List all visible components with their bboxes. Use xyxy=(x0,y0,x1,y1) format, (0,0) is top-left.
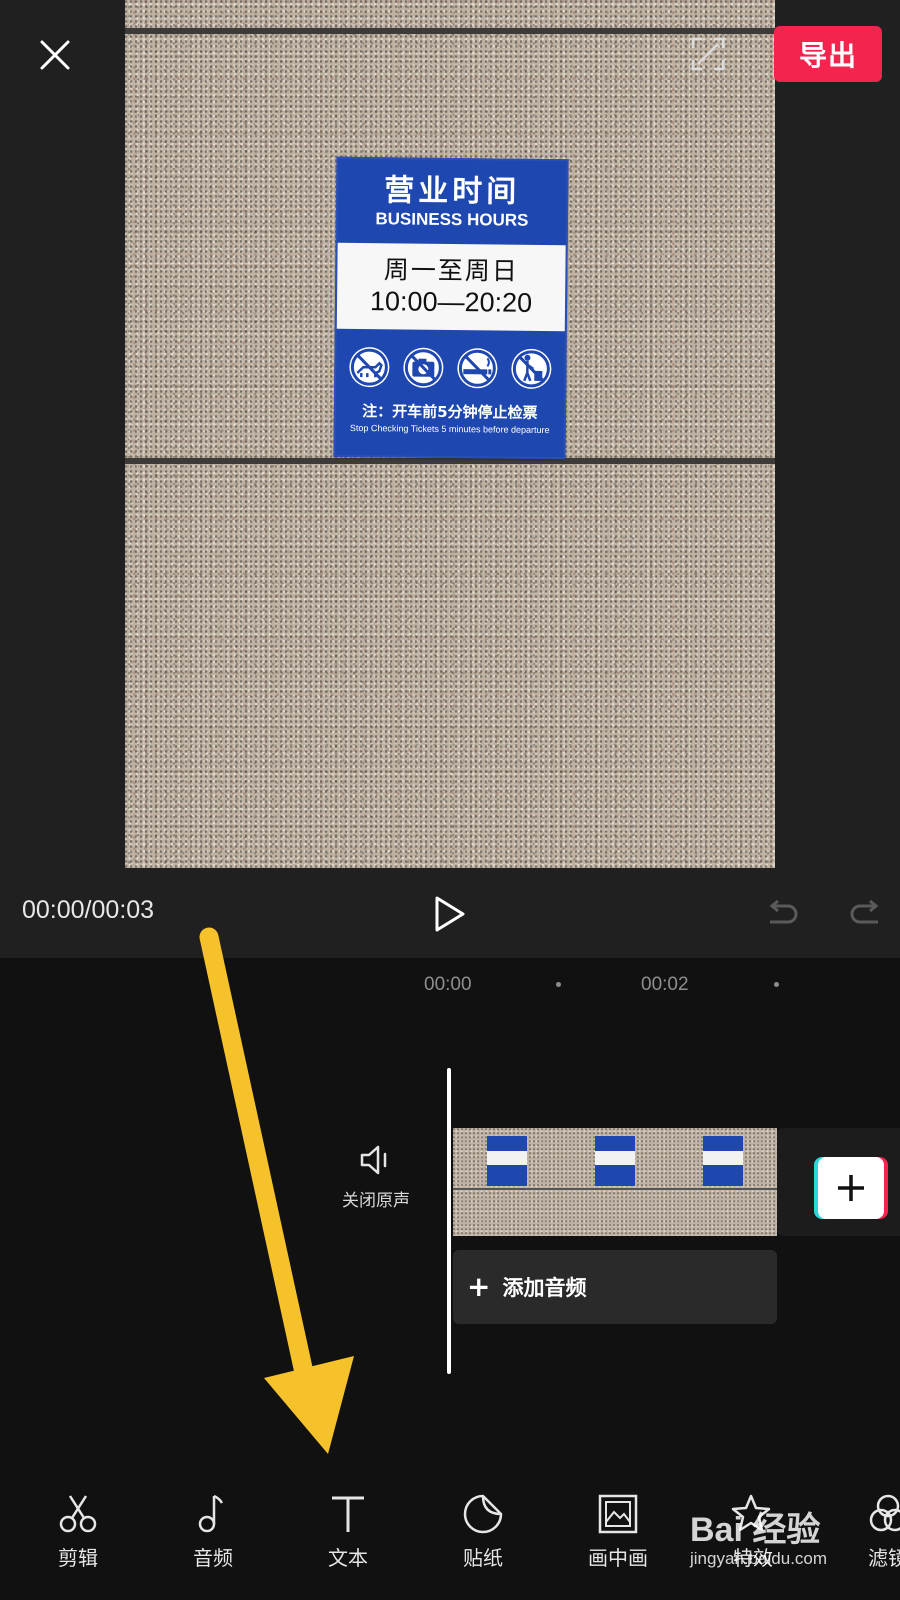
preview-area: 营业时间 BUSINESS HOURS 周一至周日 10:00—20:20 注：… xyxy=(0,0,900,958)
time-display: 00:00/00:03 xyxy=(22,896,155,924)
video-preview[interactable]: 营业时间 BUSINESS HOURS 周一至周日 10:00—20:20 注：… xyxy=(125,0,775,868)
tool-label: 滤镜 xyxy=(868,1546,900,1570)
sign-prohibition-icons xyxy=(336,329,565,399)
bottom-toolbar: 剪辑 音频 文本 贴纸 画中画 特效 滤镜 xyxy=(0,1470,900,1600)
sign-title-cn: 营业时间 xyxy=(384,173,521,210)
tool-audio[interactable]: 音频 xyxy=(163,1490,263,1571)
tool-label: 音频 xyxy=(193,1546,233,1570)
clip-thumbnail xyxy=(669,1128,777,1236)
plus-icon xyxy=(838,1175,864,1201)
tile-seam xyxy=(125,458,775,464)
tool-text[interactable]: 文本 xyxy=(298,1490,398,1571)
add-audio-button[interactable]: + 添加音频 xyxy=(453,1250,777,1324)
no-littering-icon xyxy=(511,348,552,389)
close-button[interactable] xyxy=(34,34,76,76)
tool-effects[interactable]: 特效 xyxy=(703,1490,803,1571)
filter-icon xyxy=(869,1494,900,1532)
play-button[interactable] xyxy=(432,894,468,934)
speaker-icon xyxy=(360,1145,387,1175)
mute-original-audio-button[interactable]: 关闭原声 xyxy=(326,1140,426,1211)
tool-picture-in-picture[interactable]: 画中画 xyxy=(568,1490,668,1571)
no-smoking-icon xyxy=(457,348,498,389)
undo-button[interactable] xyxy=(764,896,800,932)
tool-cut[interactable]: 剪辑 xyxy=(28,1490,128,1571)
fullscreen-button[interactable] xyxy=(690,36,726,72)
add-clip-button[interactable] xyxy=(818,1157,884,1219)
tool-label: 特效 xyxy=(733,1546,773,1570)
sign-title-en: BUSINESS HOURS xyxy=(375,209,529,230)
sign-hours: 10:00—20:20 xyxy=(369,286,533,318)
no-pets-icon xyxy=(349,347,390,388)
mute-label: 关闭原声 xyxy=(342,1191,410,1211)
play-icon xyxy=(435,896,465,932)
ruler-time-2: 00:02 xyxy=(641,974,689,995)
ruler-dot xyxy=(556,982,561,987)
tool-label: 画中画 xyxy=(588,1546,648,1570)
tile-seam xyxy=(125,28,775,34)
export-button[interactable]: 导出 xyxy=(774,26,882,82)
sign-note-cn: 注：开车前5分钟停止检票 xyxy=(362,402,538,422)
fullscreen-icon xyxy=(691,37,725,71)
clip-thumbnail xyxy=(453,1128,561,1236)
sign-note-en: Stop Checking Tickets 5 minutes before d… xyxy=(349,422,550,436)
tool-filter[interactable]: 滤镜 xyxy=(838,1490,900,1571)
tool-label: 剪辑 xyxy=(58,1546,98,1570)
sign-header: 营业时间 BUSINESS HOURS xyxy=(338,159,567,245)
sticker-icon xyxy=(463,1494,503,1534)
tool-label: 文本 xyxy=(328,1546,368,1570)
close-icon xyxy=(40,40,70,70)
video-clip-track[interactable] xyxy=(453,1128,777,1236)
redo-icon xyxy=(850,899,879,924)
ruler-time-0: 00:00 xyxy=(424,974,472,995)
music-note-icon xyxy=(198,1494,224,1533)
sign-hours-panel: 周一至周日 10:00—20:20 xyxy=(336,242,566,332)
tool-label: 贴纸 xyxy=(463,1546,503,1570)
clip-thumbnail xyxy=(561,1128,669,1236)
playhead[interactable] xyxy=(447,1068,451,1374)
scissors-icon xyxy=(59,1495,97,1533)
picture-in-picture-icon xyxy=(598,1494,638,1534)
add-audio-label: 添加音频 xyxy=(502,1276,587,1300)
effects-star-icon xyxy=(731,1494,771,1532)
business-hours-sign: 营业时间 BUSINESS HOURS 周一至周日 10:00—20:20 注：… xyxy=(333,156,569,460)
ruler-dot xyxy=(774,982,779,987)
undo-icon xyxy=(769,899,798,924)
sign-days: 周一至周日 xyxy=(383,255,520,286)
tool-sticker[interactable]: 贴纸 xyxy=(433,1490,533,1571)
redo-button[interactable] xyxy=(848,896,884,932)
text-icon xyxy=(332,1496,364,1532)
add-audio-plus: + xyxy=(467,1270,491,1303)
no-camera-icon xyxy=(403,347,444,388)
